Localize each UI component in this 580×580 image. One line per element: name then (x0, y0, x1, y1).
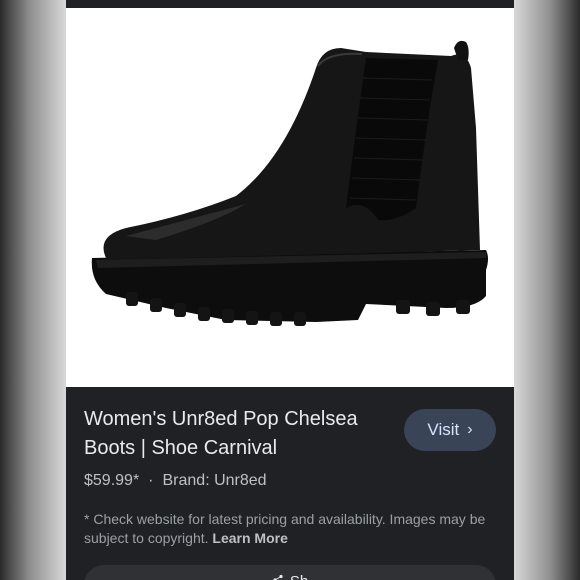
product-title[interactable]: Women's Unr8ed Pop Chelsea Boots | Shoe … (84, 405, 384, 463)
visit-button-label: Visit (427, 420, 460, 439)
visit-button[interactable]: Visit › (404, 409, 496, 451)
phone-screen: Women's Unr8ed Pop Chelsea Boots | Shoe … (66, 0, 514, 580)
share-button[interactable]: Sh (84, 565, 496, 580)
product-info-panel: Women's Unr8ed Pop Chelsea Boots | Shoe … (66, 387, 514, 580)
chelsea-boot-image (91, 40, 489, 326)
share-button-label: Sh (290, 573, 308, 580)
meta-separator: · (148, 472, 154, 489)
price: $59.99* (84, 472, 140, 489)
product-image[interactable] (66, 8, 514, 387)
brand: Brand: Unr8ed (162, 472, 267, 489)
chevron-right-icon: › (467, 421, 473, 438)
top-bar (66, 0, 514, 8)
background-blur-left (0, 0, 66, 580)
share-icon (272, 573, 284, 580)
background-blur-right (514, 0, 580, 580)
product-meta: $59.99* · Brand: Unr8ed (84, 472, 267, 490)
learn-more-link[interactable]: Learn More (212, 530, 287, 546)
disclaimer: * Check website for latest pricing and a… (84, 510, 496, 548)
